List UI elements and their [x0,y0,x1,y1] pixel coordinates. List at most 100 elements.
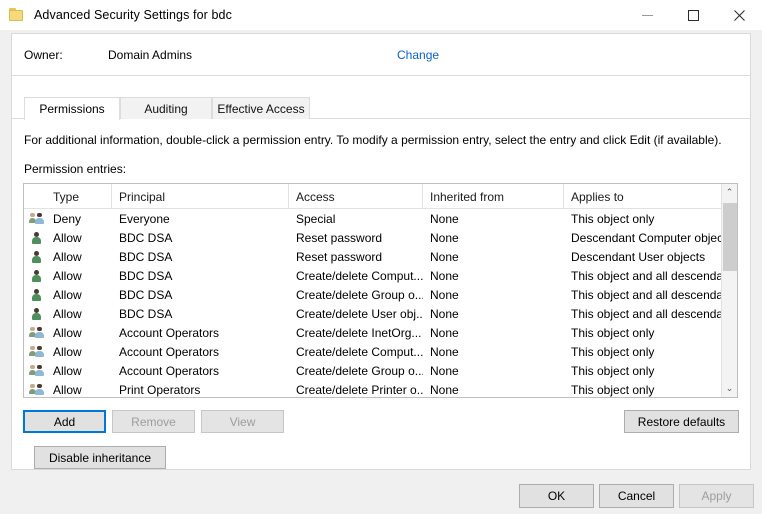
dialog-body: Owner: Domain Admins Change Permissions … [0,30,762,514]
table-row[interactable]: AllowAccount OperatorsCreate/delete Grou… [24,361,737,380]
tab-auditing[interactable]: Auditing [120,97,212,119]
row-principal-icon [28,230,46,245]
list-scrollbar[interactable]: ⌃ ⌄ [721,184,737,397]
row-principal-icon [28,249,46,264]
view-button: View [201,410,284,433]
cell-applies: This object and all descendan... [564,266,724,285]
window-controls [624,0,762,30]
cell-principal: BDC DSA [112,304,289,323]
table-row[interactable]: AllowAccount OperatorsCreate/delete Comp… [24,342,737,361]
user-icon [28,249,46,264]
cell-applies: This object only [564,361,724,380]
title-bar: Advanced Security Settings for bdc [0,0,762,30]
group-icon [28,382,46,397]
cell-type: Allow [46,247,112,266]
table-row[interactable]: AllowBDC DSAReset passwordNoneDescendant… [24,247,737,266]
owner-label: Owner: [24,48,63,62]
minimize-icon[interactable] [624,0,670,30]
add-button[interactable]: Add [23,410,106,433]
scrollbar-thumb[interactable] [723,203,737,271]
cell-access: Create/delete Printer o... [289,380,423,398]
tab-strip: Permissions Auditing Effective Access [12,97,750,119]
table-row[interactable]: DenyEveryoneSpecialNoneThis object only [24,209,737,228]
column-header-principal[interactable]: Principal [112,184,289,209]
cell-principal: BDC DSA [112,228,289,247]
cell-applies: This object only [564,323,724,342]
user-icon [28,306,46,321]
row-principal-icon [28,287,46,302]
maximize-icon[interactable] [670,0,716,30]
table-row[interactable]: AllowPrint OperatorsCreate/delete Printe… [24,380,737,398]
cell-type: Deny [46,209,112,228]
column-header-applies-to[interactable]: Applies to [564,184,724,209]
remove-button: Remove [112,410,195,433]
cell-inherited: None [423,228,564,247]
content-panel: Owner: Domain Admins Change Permissions … [11,33,751,470]
table-row[interactable]: AllowBDC DSACreate/delete User obj...Non… [24,304,737,323]
owner-section: Owner: Domain Admins Change [12,34,750,76]
cell-principal: Account Operators [112,342,289,361]
cell-principal: Account Operators [112,361,289,380]
cell-applies: This object and all descendan... [564,285,724,304]
row-principal-icon [28,382,46,397]
cell-type: Allow [46,266,112,285]
cell-inherited: None [423,209,564,228]
column-header-type[interactable]: Type [46,184,112,209]
cell-type: Allow [46,380,112,398]
scroll-up-icon[interactable]: ⌃ [722,184,737,201]
list-header: TypePrincipalAccessInherited fromApplies… [24,184,737,209]
group-icon [28,344,46,359]
table-row[interactable]: AllowAccount OperatorsCreate/delete Inet… [24,323,737,342]
restore-defaults-button[interactable]: Restore defaults [624,410,739,433]
cell-principal: BDC DSA [112,247,289,266]
permission-entries-list[interactable]: TypePrincipalAccessInherited fromApplies… [23,183,738,398]
row-principal-icon [28,325,46,340]
cell-principal: Account Operators [112,323,289,342]
list-rows: DenyEveryoneSpecialNoneThis object onlyA… [24,209,737,398]
cell-inherited: None [423,285,564,304]
cell-access: Create/delete User obj... [289,304,423,323]
row-principal-icon [28,211,46,226]
cell-type: Allow [46,285,112,304]
cell-applies: This object and all descendan... [564,304,724,323]
cell-applies: This object only [564,380,724,398]
cell-access: Create/delete InetOrg... [289,323,423,342]
cell-type: Allow [46,228,112,247]
cancel-button[interactable]: Cancel [599,484,674,508]
cell-type: Allow [46,304,112,323]
column-header-access[interactable]: Access [289,184,423,209]
table-row[interactable]: AllowBDC DSACreate/delete Group o...None… [24,285,737,304]
cell-principal: BDC DSA [112,285,289,304]
cell-access: Reset password [289,228,423,247]
tab-effective-access[interactable]: Effective Access [212,97,310,119]
disable-inheritance-button[interactable]: Disable inheritance [34,446,166,469]
tab-permissions[interactable]: Permissions [24,97,120,120]
user-icon [28,287,46,302]
apply-button: Apply [679,484,754,508]
cell-access: Create/delete Comput... [289,266,423,285]
table-row[interactable]: AllowBDC DSAReset passwordNoneDescendant… [24,228,737,247]
scroll-down-icon[interactable]: ⌄ [722,380,737,397]
cell-access: Special [289,209,423,228]
cell-principal: Print Operators [112,380,289,398]
cell-access: Create/delete Group o... [289,285,423,304]
cell-principal: Everyone [112,209,289,228]
user-icon [28,230,46,245]
user-icon [28,268,46,283]
ok-button[interactable]: OK [519,484,594,508]
cell-type: Allow [46,361,112,380]
cell-applies: Descendant Computer objects [564,228,724,247]
cell-applies: Descendant User objects [564,247,724,266]
tab-effective-access-label: Effective Access [217,102,304,116]
row-principal-icon [28,268,46,283]
cell-inherited: None [423,323,564,342]
column-header-inherited-from[interactable]: Inherited from [423,184,564,209]
change-owner-link[interactable]: Change [397,48,439,62]
cell-access: Reset password [289,247,423,266]
info-text: For additional information, double-click… [24,133,740,148]
owner-value: Domain Admins [108,48,192,62]
tab-permissions-label: Permissions [39,102,104,116]
close-icon[interactable] [716,0,762,30]
table-row[interactable]: AllowBDC DSACreate/delete Comput...NoneT… [24,266,737,285]
cell-inherited: None [423,342,564,361]
